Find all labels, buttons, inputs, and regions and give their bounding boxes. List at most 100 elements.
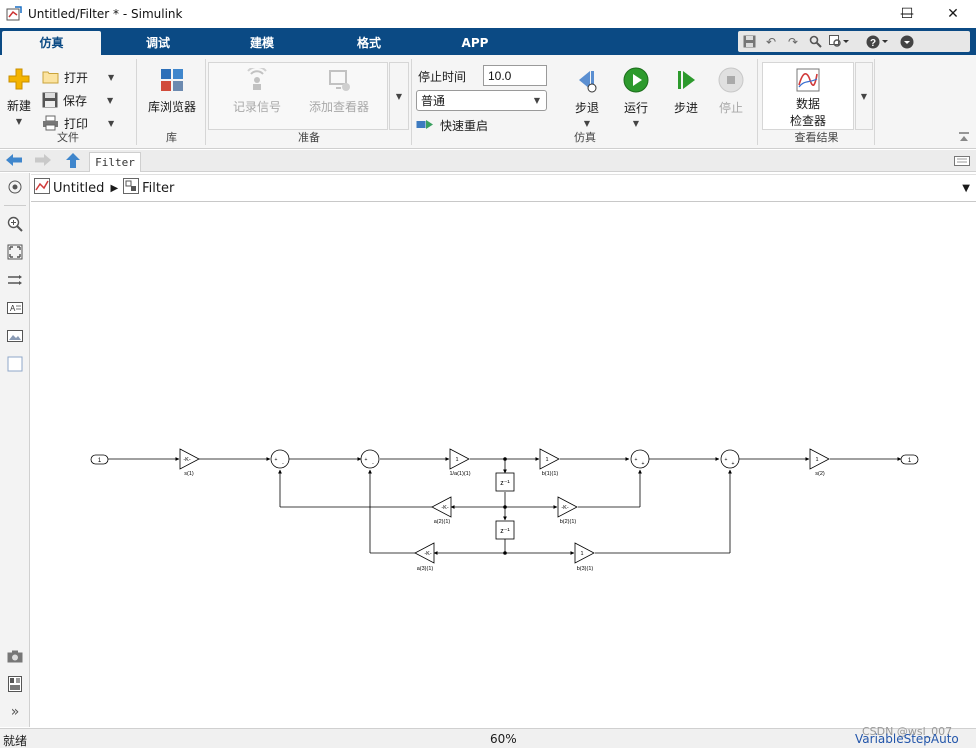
solver-link[interactable]: VariableStepAuto — [855, 732, 959, 746]
image-icon[interactable] — [6, 327, 24, 345]
gain-s2-text: 1 — [815, 457, 818, 463]
zoom-level[interactable]: 60% — [490, 732, 517, 746]
qat-save-icon[interactable] — [738, 33, 760, 51]
ribbon-panel: 新建 ▼ 打开 ▼ 保存 ▼ 打印 ▼ 文件 库浏览器 库 记录信号 添加查看器… — [0, 55, 976, 149]
breadcrumb-separator-icon: ▶ — [110, 182, 119, 194]
data-inspector-button[interactable]: 数据 检查器 — [777, 68, 839, 129]
annotation-icon[interactable]: A — [6, 299, 24, 317]
up-arrow-icon[interactable] — [65, 152, 81, 172]
quick-access-toolbar: ↶ ↷ ? — [738, 31, 970, 52]
data-inspector-icon — [796, 68, 820, 92]
model-canvas[interactable]: 1 1 + - + - + + + + z⁻¹ z⁻¹ -K- s(1) 1 1… — [31, 203, 976, 727]
gain-s2[interactable] — [809, 448, 830, 470]
window-title: Untitled/Filter * - Simulink — [28, 7, 183, 21]
breadcrumb-root[interactable]: Untitled — [53, 181, 104, 196]
step-forward-icon — [678, 71, 695, 89]
gain-b3[interactable] — [574, 542, 595, 564]
gain-a3-label: a(3)(1) — [417, 566, 434, 572]
step-forward-button[interactable]: 步进 — [670, 67, 702, 116]
unit-delay-1[interactable]: z⁻¹ — [495, 472, 515, 492]
gain-a2-label: a(2)(1) — [434, 519, 451, 525]
stop-time-input[interactable] — [483, 65, 547, 86]
back-arrow-icon[interactable] — [5, 153, 23, 170]
add-viewer-button[interactable]: 添加查看器 — [305, 68, 373, 115]
gain-b2-text: -K- — [561, 505, 569, 511]
breadcrumb-child[interactable]: Filter — [142, 181, 174, 196]
outport-block[interactable]: 1 — [900, 454, 919, 465]
simulate-section: 停止时间 普通 ▼ 快速重启 步退 ▼ 运行 ▼ 步进 停止 仿真 — [413, 59, 758, 145]
find-icon[interactable] — [804, 33, 826, 51]
gain-s2-label: s(2) — [815, 471, 825, 477]
collapse-ribbon-icon[interactable] — [958, 131, 970, 143]
add-viewer-label: 添加查看器 — [308, 100, 369, 114]
tab-debug[interactable]: 调试 — [118, 31, 198, 55]
screenshot-icon[interactable] — [6, 647, 24, 665]
gain-b1[interactable] — [539, 448, 560, 470]
save-button[interactable]: 保存 ▼ — [42, 90, 113, 110]
chevron-down-icon: ▼ — [533, 96, 540, 105]
gain-1-over-a1[interactable] — [449, 448, 470, 470]
breadcrumb: Untitled ▶ Filter ▼ — [31, 174, 976, 202]
hide-browser-icon[interactable] — [6, 178, 24, 196]
svg-text:+: + — [635, 457, 638, 463]
redo-icon[interactable]: ↷ — [782, 33, 804, 51]
gain-b1-text: 1 — [545, 457, 548, 463]
inport-block[interactable]: 1 — [90, 454, 109, 465]
close-button[interactable]: ✕ — [930, 0, 976, 28]
simulation-mode-select[interactable]: 普通 ▼ — [416, 90, 547, 111]
folder-icon — [42, 71, 59, 84]
library-browser-label: 库浏览器 — [147, 100, 196, 114]
stop-button[interactable]: 停止 — [715, 67, 747, 116]
breadcrumb-dropdown-icon[interactable]: ▼ — [962, 183, 970, 194]
forward-arrow-icon[interactable] — [34, 153, 52, 170]
svg-text:+: + — [365, 457, 368, 463]
settings-dropdown-icon[interactable] — [896, 33, 918, 51]
tab-modeling[interactable]: 建模 — [222, 31, 302, 55]
title-bar: Untitled/Filter * - Simulink — — [0, 0, 976, 28]
review-gallery-expand[interactable]: ▼ — [855, 62, 873, 130]
step-back-button[interactable]: 步退 ▼ — [571, 67, 603, 128]
expand-palette-icon[interactable]: » — [6, 703, 24, 721]
zoom-in-icon[interactable] — [6, 215, 24, 233]
maximize-button[interactable]: ☐ — [884, 0, 930, 28]
prepare-section: 记录信号 添加查看器 ▼ 准备 — [207, 59, 412, 145]
filter-tab[interactable]: Filter — [89, 152, 141, 172]
floppy-disk-icon — [42, 92, 58, 108]
tab-simulation[interactable]: 仿真 — [2, 31, 101, 55]
svg-text:+: + — [725, 457, 728, 463]
run-icon — [623, 67, 649, 93]
area-icon[interactable] — [6, 355, 24, 373]
open-button[interactable]: 打开 ▼ — [42, 67, 114, 87]
review-results-section: 数据 检查器 ▼ 查看结果 — [759, 59, 875, 145]
file-section: 新建 ▼ 打开 ▼ 保存 ▼ 打印 ▼ 文件 — [0, 59, 137, 145]
plus-icon — [8, 68, 30, 90]
library-browser-button[interactable]: 库浏览器 — [144, 68, 200, 115]
gain-1-over-a1-text: 1 — [455, 457, 458, 463]
prepare-gallery-expand[interactable]: ▼ — [389, 62, 409, 130]
step-back-icon — [579, 71, 597, 93]
new-button[interactable]: 新建 ▼ — [4, 67, 34, 126]
run-button[interactable]: 运行 ▼ — [619, 67, 653, 128]
signal-log-icon — [247, 68, 267, 90]
fit-view-icon[interactable] — [6, 243, 24, 261]
step-forward-label: 步进 — [673, 101, 698, 115]
unit-delay-1-text: z⁻¹ — [500, 480, 510, 487]
log-signals-label: 记录信号 — [232, 100, 281, 114]
svg-text:+: + — [732, 461, 735, 467]
chevron-down-icon: ▼ — [108, 118, 115, 128]
gain-b1-label: b(1)(1) — [542, 471, 559, 477]
stop-label: 停止 — [718, 101, 743, 115]
tab-apps[interactable]: APP — [435, 31, 515, 55]
help-icon[interactable]: ? — [864, 33, 890, 51]
property-inspector-icon[interactable] — [6, 675, 24, 693]
gain-s1-label: s(1) — [184, 471, 194, 477]
signal-route-icon[interactable] — [6, 271, 24, 289]
undo-icon[interactable]: ↶ — [760, 33, 782, 51]
library-section: 库浏览器 库 — [138, 59, 206, 145]
keyboard-icon[interactable] — [954, 155, 970, 169]
log-signals-button[interactable]: 记录信号 — [225, 68, 289, 115]
search-options-icon[interactable] — [826, 33, 852, 51]
library-section-label: 库 — [166, 131, 177, 144]
unit-delay-2[interactable]: z⁻¹ — [495, 520, 515, 540]
tab-format[interactable]: 格式 — [329, 31, 409, 55]
